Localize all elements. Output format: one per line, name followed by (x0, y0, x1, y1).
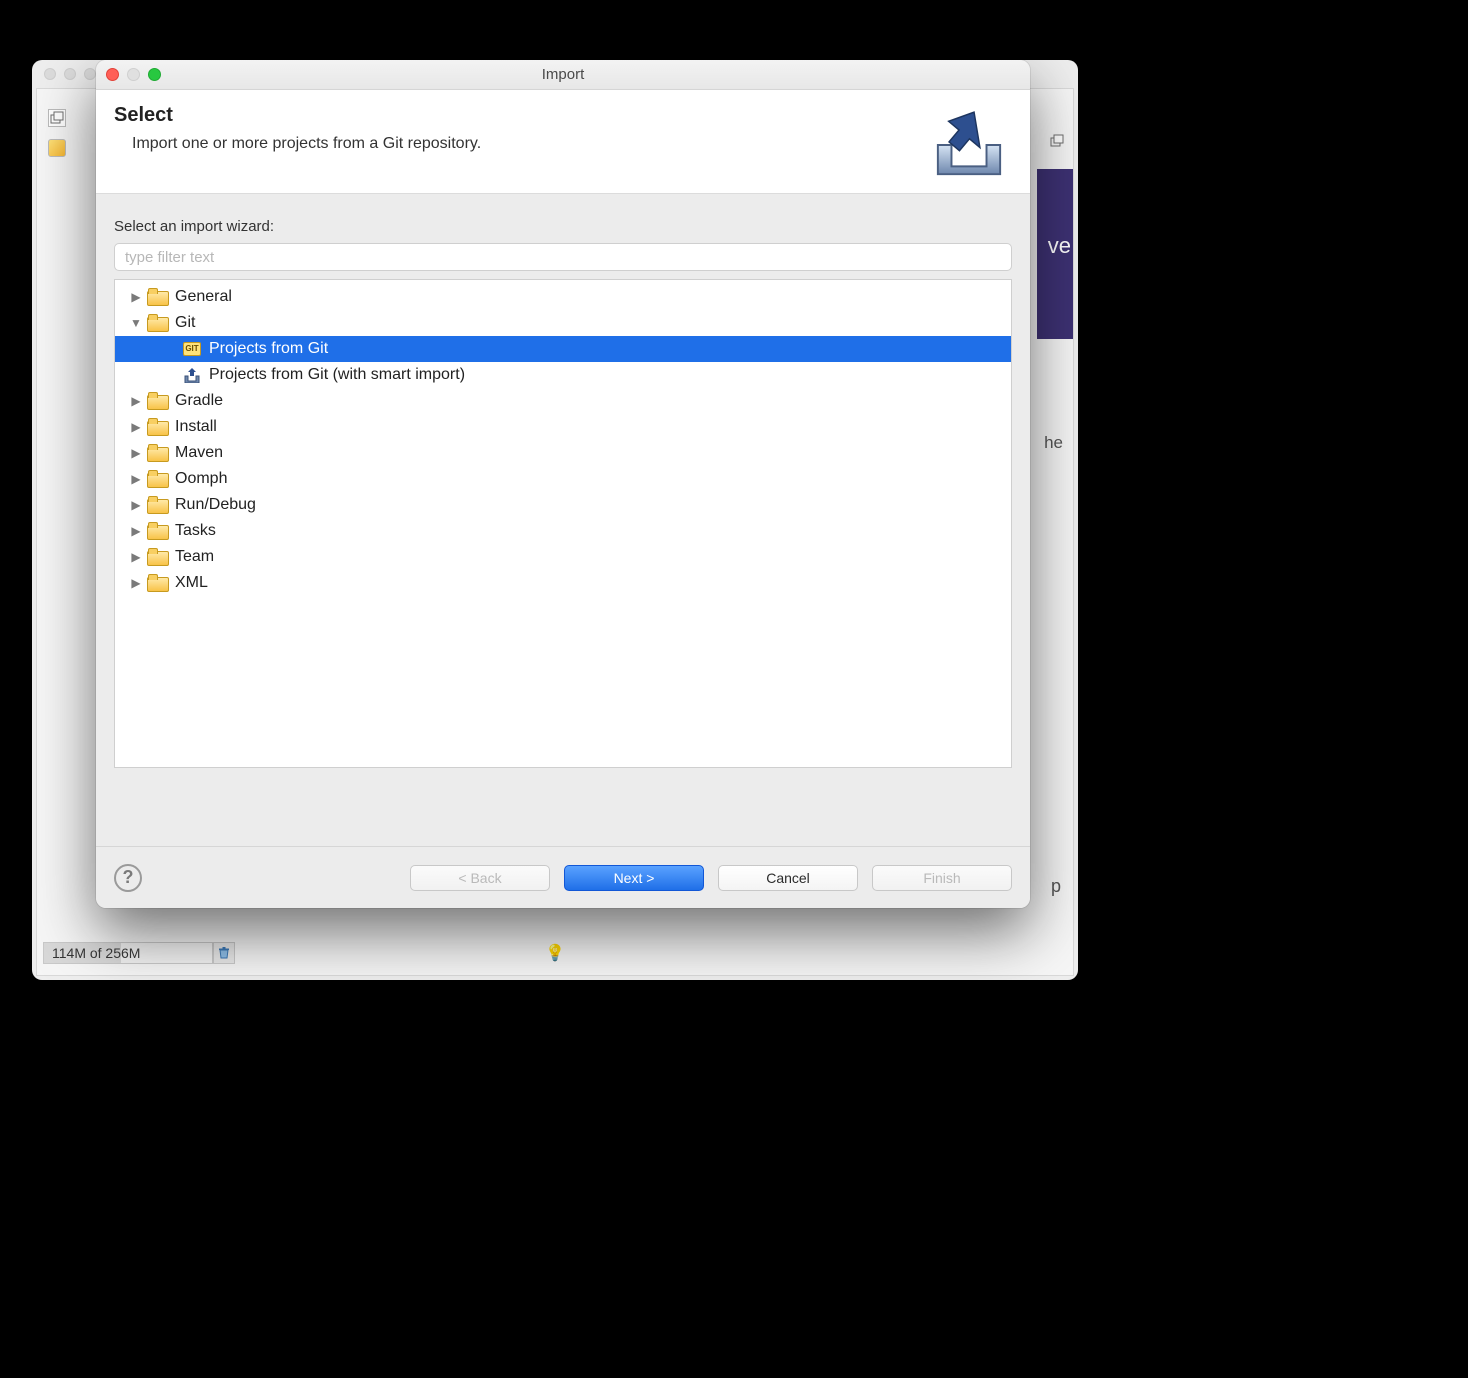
minimize-window-button (127, 68, 140, 81)
disclosure-closed-icon[interactable]: ▶ (129, 550, 143, 564)
tree-item[interactable]: GIT Projects from Git (115, 336, 1011, 362)
disclosure-closed-icon[interactable]: ▶ (129, 446, 143, 460)
tree-label: Run/Debug (175, 496, 256, 514)
tree-label: Git (175, 314, 195, 332)
disclosure-spacer (165, 368, 179, 382)
finish-button: Finish (872, 865, 1012, 891)
folder-icon (147, 575, 167, 591)
back-button: < Back (410, 865, 550, 891)
folder-icon (147, 445, 167, 461)
tree-item[interactable]: Projects from Git (with smart import) (115, 362, 1011, 388)
tree-folder[interactable]: ▶ Oomph (115, 466, 1011, 492)
disclosure-open-icon[interactable]: ▼ (129, 316, 143, 330)
tree-label: Projects from Git (209, 340, 328, 358)
import-dialog: Import Select Import one or more project… (96, 60, 1030, 908)
restore-editor-icon[interactable] (1049, 133, 1065, 149)
parent-min-dot[interactable] (64, 68, 76, 80)
tree-folder[interactable]: ▶ Team (115, 544, 1011, 570)
page-scrollbar[interactable] (1454, 120, 1468, 680)
disclosure-closed-icon[interactable]: ▶ (129, 498, 143, 512)
filter-input[interactable] (114, 243, 1012, 271)
disclosure-closed-icon[interactable]: ▶ (129, 472, 143, 486)
tree-label: Gradle (175, 392, 223, 410)
folder-icon (147, 523, 167, 539)
help-button[interactable]: ? (114, 864, 142, 892)
welcome-panel-peek: ve (1037, 169, 1073, 339)
scrollbar-thumb[interactable] (1458, 400, 1466, 660)
git-icon: GIT (183, 342, 201, 356)
dialog-title: Import (542, 66, 585, 83)
tree-folder[interactable]: ▶ Run/Debug (115, 492, 1011, 518)
disclosure-closed-icon[interactable]: ▶ (129, 290, 143, 304)
dialog-content: Select an import wizard: ▶ General ▼ Git GI… (96, 194, 1030, 846)
parent-traffic-lights (44, 68, 96, 80)
folder-icon (147, 419, 167, 435)
disclosure-closed-icon[interactable]: ▶ (129, 576, 143, 590)
parent-close-dot[interactable] (44, 68, 56, 80)
tree-folder[interactable]: ▶ Install (115, 414, 1011, 440)
import-wizard-icon (930, 108, 1008, 180)
parent-max-dot[interactable] (84, 68, 96, 80)
dialog-banner: Select Import one or more projects from … (96, 90, 1030, 194)
parent-left-toolbar (37, 103, 77, 157)
import-project-icon (183, 367, 201, 383)
tree-folder[interactable]: ▼ Git (115, 310, 1011, 336)
dialog-footer: ? < Back Next > Cancel Finish (96, 846, 1030, 908)
disclosure-spacer (165, 342, 179, 356)
tip-bulb-icon[interactable]: 💡 (545, 943, 565, 963)
zoom-window-button[interactable] (148, 68, 161, 81)
folder-icon (147, 497, 167, 513)
heap-status-text: 114M of 256M (44, 945, 140, 961)
dialog-titlebar[interactable]: Import (96, 60, 1030, 90)
banner-description: Import one or more projects from a Git r… (132, 135, 481, 153)
tree-folder[interactable]: ▶ Tasks (115, 518, 1011, 544)
background-text-p: p (1051, 876, 1061, 897)
filter-label: Select an import wizard: (114, 218, 1012, 235)
folder-icon (147, 471, 167, 487)
disclosure-closed-icon[interactable]: ▶ (129, 420, 143, 434)
tree-label: Maven (175, 444, 223, 462)
junit-view-icon[interactable] (48, 139, 66, 157)
restore-view-icon[interactable] (48, 109, 66, 127)
tree-label: Oomph (175, 470, 227, 488)
folder-icon (147, 289, 167, 305)
traffic-lights (106, 68, 161, 81)
background-text-he: he (1044, 433, 1063, 453)
tree-label: XML (175, 574, 208, 592)
folder-icon (147, 315, 167, 331)
banner-heading: Select (114, 104, 481, 127)
tree-label: Team (175, 548, 214, 566)
wizard-tree[interactable]: ▶ General ▼ Git GIT Projects from Git Projec… (114, 279, 1012, 768)
tree-label: Install (175, 418, 217, 436)
tree-label: Projects from Git (with smart import) (209, 366, 465, 384)
heap-status-widget[interactable]: 114M of 256M (43, 942, 213, 964)
tree-label: General (175, 288, 232, 306)
run-gc-button[interactable] (213, 942, 235, 964)
disclosure-closed-icon[interactable]: ▶ (129, 394, 143, 408)
tree-folder[interactable]: ▶ XML (115, 570, 1011, 596)
folder-icon (147, 393, 167, 409)
tree-folder[interactable]: ▶ Gradle (115, 388, 1011, 414)
disclosure-closed-icon[interactable]: ▶ (129, 524, 143, 538)
tree-folder[interactable]: ▶ General (115, 284, 1011, 310)
tree-label: Tasks (175, 522, 216, 540)
tree-folder[interactable]: ▶ Maven (115, 440, 1011, 466)
cancel-button[interactable]: Cancel (718, 865, 858, 891)
close-window-button[interactable] (106, 68, 119, 81)
next-button[interactable]: Next > (564, 865, 704, 891)
folder-icon (147, 549, 167, 565)
